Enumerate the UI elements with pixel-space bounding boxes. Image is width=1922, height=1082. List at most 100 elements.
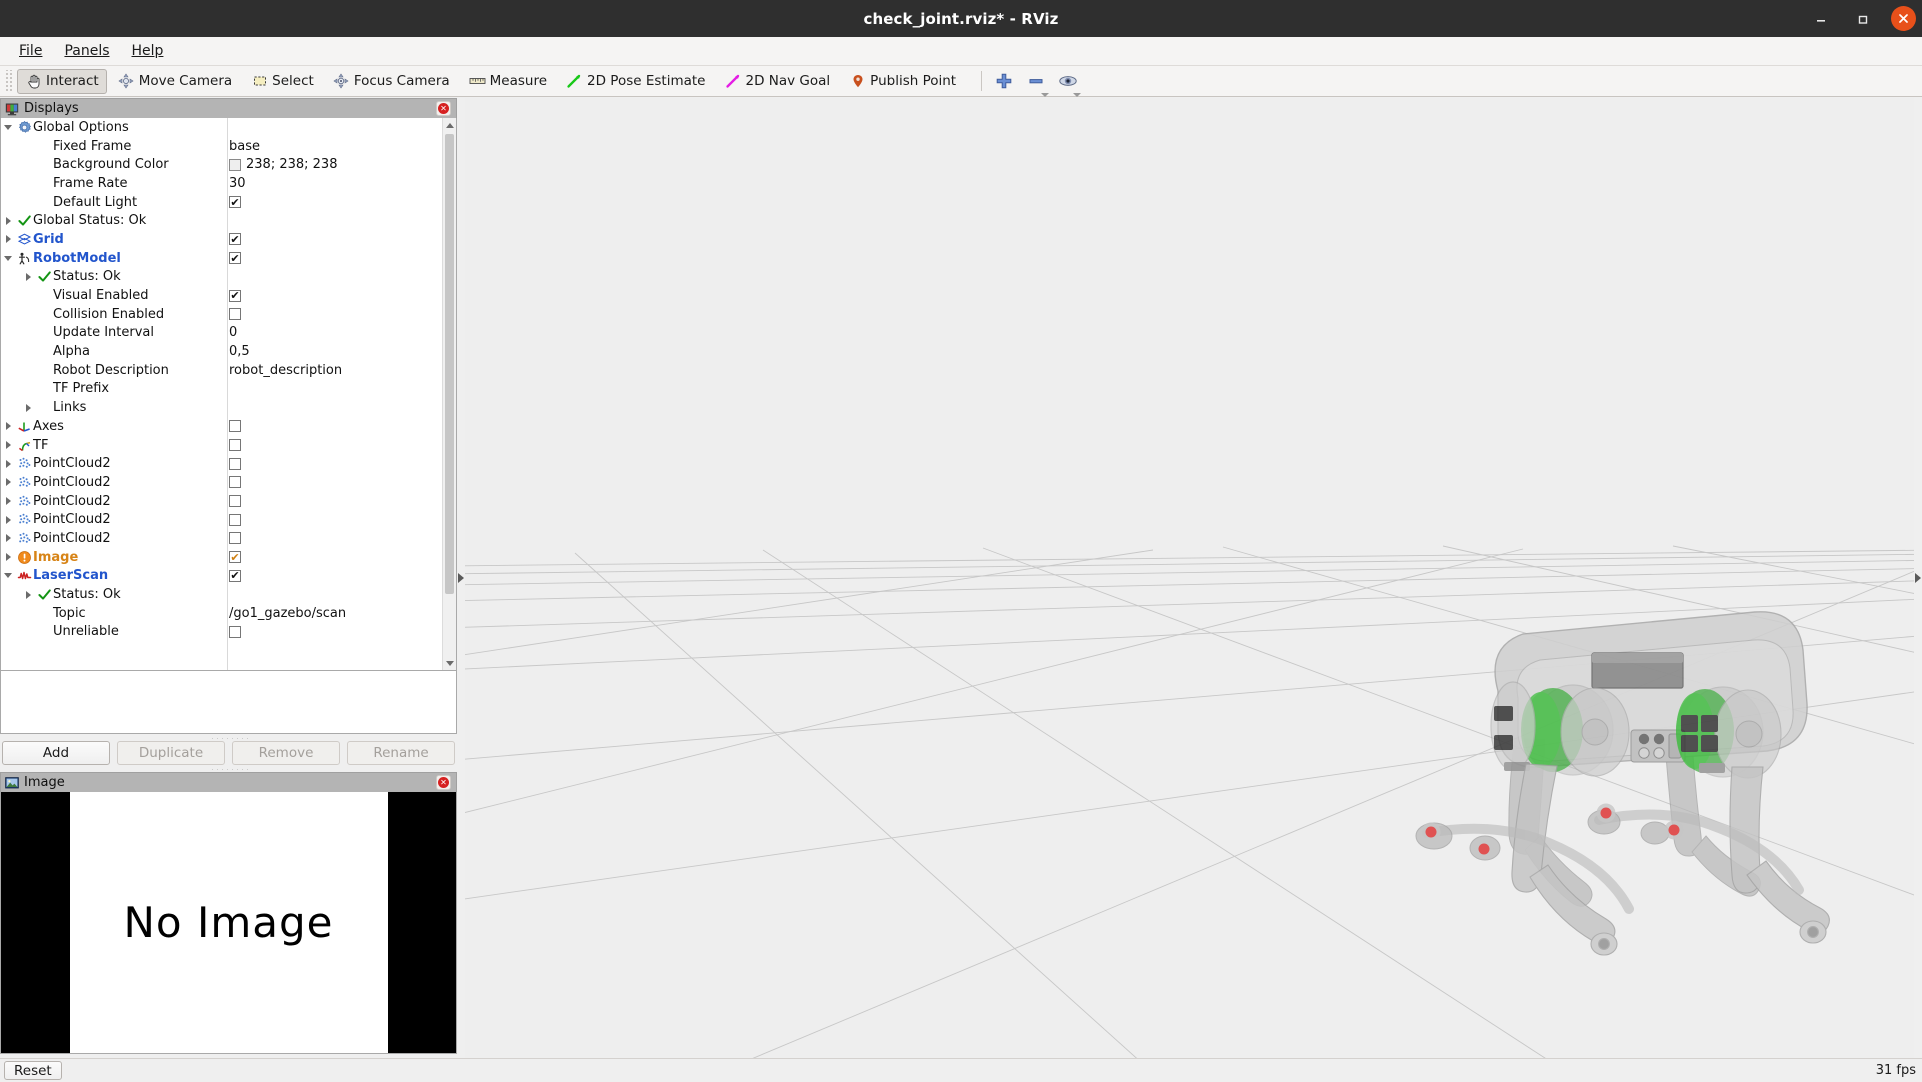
display-row-value[interactable]: 30 — [229, 176, 246, 191]
chevron-right-icon[interactable] — [1, 216, 15, 225]
display-row[interactable]: Image — [1, 548, 442, 567]
duplicate-button[interactable]: Duplicate — [117, 741, 225, 765]
chevron-right-icon[interactable] — [1, 534, 15, 543]
display-row-value[interactable]: 238; 238; 238 — [229, 157, 337, 172]
display-row-value[interactable] — [229, 289, 241, 302]
toolbar-drag-grip[interactable] — [4, 70, 13, 92]
maximize-icon[interactable] — [1849, 5, 1877, 33]
display-row-value[interactable]: 0,5 — [229, 344, 250, 359]
display-row-checkbox[interactable] — [229, 476, 241, 489]
display-row-value[interactable]: /go1_gazebo/scan — [229, 606, 346, 621]
image-panel-close-button[interactable]: ✕ — [436, 775, 451, 790]
chevron-right-icon[interactable] — [21, 590, 35, 599]
display-row[interactable]: Collision Enabled — [1, 305, 442, 324]
image-dock-resize-grip[interactable] — [0, 765, 457, 772]
display-row[interactable]: Global Status: Ok — [1, 211, 442, 230]
scroll-down-button[interactable] — [443, 656, 456, 670]
tool-move-camera[interactable]: Move Camera — [110, 69, 240, 94]
display-row[interactable]: Fixed Frame base — [1, 137, 442, 156]
display-row-checkbox[interactable] — [229, 289, 241, 302]
display-row-checkbox[interactable] — [229, 308, 241, 321]
display-row[interactable]: RobotModel — [1, 249, 442, 268]
display-row[interactable]: Status: Ok — [1, 585, 442, 604]
display-row[interactable]: Default Light — [1, 193, 442, 212]
display-row[interactable]: Topic/go1_gazebo/scan — [1, 604, 442, 623]
tool-visibility-button[interactable] — [1055, 68, 1082, 97]
display-row[interactable]: PointCloud2 — [1, 473, 442, 492]
render-viewport-3d[interactable] — [463, 98, 1922, 1058]
display-row-value[interactable] — [229, 551, 241, 564]
display-row-checkbox[interactable] — [229, 439, 241, 452]
display-row[interactable]: PointCloud2 — [1, 454, 442, 473]
displays-tree[interactable]: Global Options Fixed Frame base Background … — [0, 118, 457, 671]
collapse-right-dock-handle[interactable] — [1914, 98, 1922, 1058]
dock-resize-grip[interactable] — [0, 734, 457, 741]
tool-measure[interactable]: Measure — [461, 69, 555, 94]
menu-help[interactable]: Help — [121, 41, 175, 61]
chevron-right-icon[interactable] — [21, 403, 35, 412]
display-row-checkbox[interactable] — [229, 420, 241, 433]
display-row[interactable]: Axes — [1, 417, 442, 436]
menu-file[interactable]: File — [8, 41, 53, 61]
display-row-value[interactable] — [229, 196, 241, 209]
remove-tool-button[interactable] — [1023, 68, 1050, 97]
display-row[interactable]: Update Interval 0 — [1, 324, 442, 343]
display-row-value[interactable] — [229, 457, 241, 470]
reset-button[interactable]: Reset — [4, 1061, 62, 1080]
display-row-checkbox[interactable] — [229, 513, 241, 526]
rename-button[interactable]: Rename — [347, 741, 455, 765]
chevron-down-icon[interactable] — [1, 255, 15, 261]
chevron-right-icon[interactable] — [21, 272, 35, 281]
display-row-checkbox[interactable] — [229, 551, 241, 564]
display-row[interactable]: TF Prefix — [1, 380, 442, 399]
minimize-icon[interactable] — [1807, 5, 1835, 33]
display-row[interactable]: Status: Ok — [1, 268, 442, 287]
display-row-checkbox[interactable] — [229, 252, 241, 265]
tool-2d-pose-estimate[interactable]: 2D Pose Estimate — [558, 69, 713, 94]
menu-panels[interactable]: Panels — [53, 41, 120, 61]
display-row-value[interactable] — [229, 439, 241, 452]
display-row[interactable]: Visual Enabled — [1, 286, 442, 305]
chevron-right-icon[interactable] — [1, 478, 15, 487]
display-row-checkbox[interactable] — [229, 495, 241, 508]
display-row[interactable]: Unreliable — [1, 623, 442, 642]
display-row[interactable]: PointCloud2 — [1, 492, 442, 511]
display-row-checkbox[interactable] — [229, 196, 241, 209]
display-row[interactable]: Frame Rate 30 — [1, 174, 442, 193]
display-row[interactable]: Grid — [1, 230, 442, 249]
chevron-right-icon[interactable] — [1, 459, 15, 468]
display-row-value[interactable] — [229, 532, 241, 545]
display-row[interactable]: Robot Description robot_description — [1, 361, 442, 380]
scroll-up-button[interactable] — [443, 118, 456, 132]
chevron-right-icon[interactable] — [1, 441, 15, 450]
display-row-value[interactable] — [229, 476, 241, 489]
display-row-value[interactable]: 0 — [229, 325, 237, 340]
display-row-checkbox[interactable] — [229, 233, 241, 246]
display-row-value[interactable]: base — [229, 139, 260, 154]
display-row-checkbox[interactable] — [229, 532, 241, 545]
display-row-value[interactable] — [229, 420, 241, 433]
displays-panel-close-button[interactable]: ✕ — [436, 101, 451, 116]
displays-tree-scrollbar[interactable] — [442, 118, 456, 670]
display-row-value[interactable] — [229, 252, 241, 265]
display-row[interactable]: Global Options — [1, 118, 442, 137]
chevron-down-icon[interactable] — [1073, 93, 1082, 97]
collapse-left-dock-handle[interactable] — [457, 98, 465, 1058]
display-row-value[interactable] — [229, 308, 241, 321]
display-row-value[interactable] — [229, 495, 241, 508]
display-row-value[interactable]: robot_description — [229, 363, 342, 378]
display-row-value[interactable] — [229, 569, 241, 582]
display-row-checkbox[interactable] — [229, 625, 241, 638]
chevron-right-icon[interactable] — [1, 235, 15, 244]
display-row-value[interactable] — [229, 513, 241, 526]
add-button[interactable]: Add — [2, 741, 110, 765]
tool-interact[interactable]: Interact — [17, 68, 107, 94]
chevron-down-icon[interactable] — [1041, 93, 1050, 97]
display-row[interactable]: Links — [1, 398, 442, 417]
tool-2d-nav-goal[interactable]: 2D Nav Goal — [717, 69, 839, 94]
chevron-down-icon[interactable] — [1, 124, 15, 130]
chevron-right-icon[interactable] — [1, 515, 15, 524]
display-row-checkbox[interactable] — [229, 569, 241, 582]
remove-button[interactable]: Remove — [232, 741, 340, 765]
chevron-down-icon[interactable] — [1, 573, 15, 579]
